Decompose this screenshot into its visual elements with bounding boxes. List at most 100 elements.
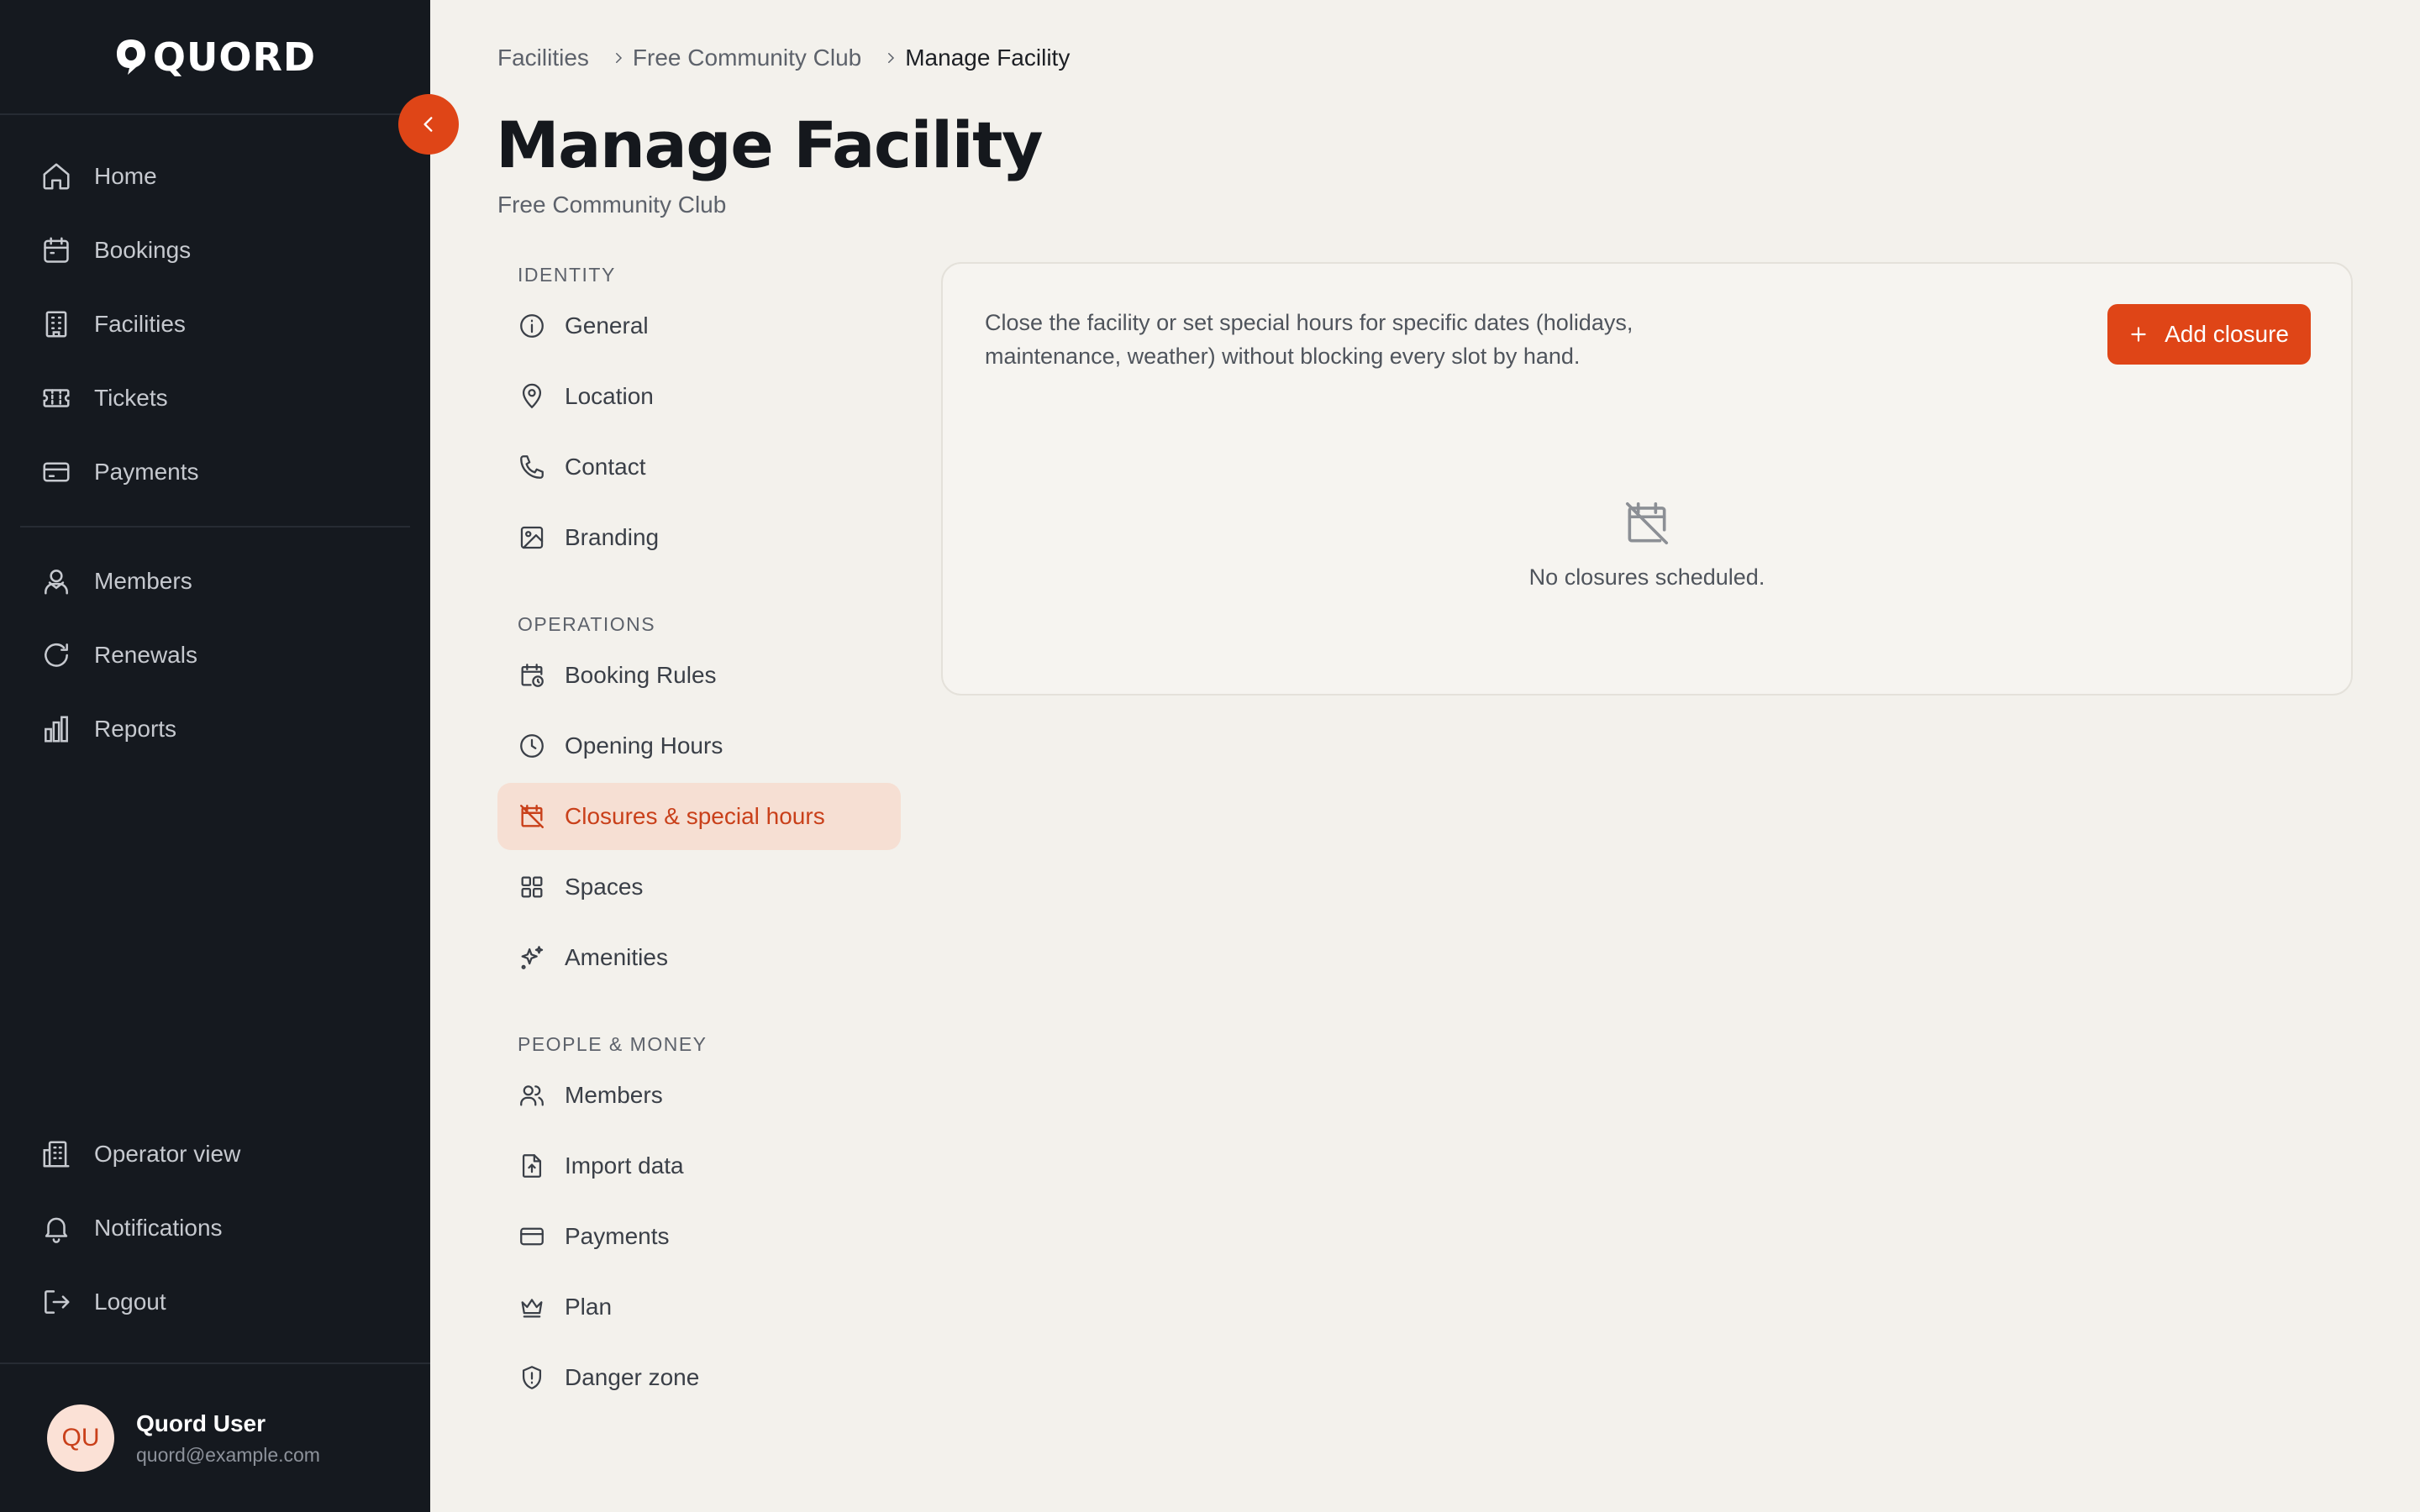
subnav-item-branding[interactable]: Branding	[497, 504, 901, 571]
phone-icon	[520, 455, 544, 479]
breadcrumb-link-club[interactable]: Free Community Club	[633, 45, 861, 71]
subnav-item-import-data[interactable]: Import data	[497, 1132, 901, 1200]
subnav-item-label: Contact	[565, 454, 646, 480]
sidebar-item-reports[interactable]: Reports	[20, 692, 410, 766]
subnav-item-label: Danger zone	[565, 1364, 700, 1390]
refresh-icon	[45, 643, 68, 667]
bar-chart-icon	[45, 716, 68, 743]
quord-logo: QUORD	[114, 34, 316, 80]
sidebar-item-tickets[interactable]: Tickets	[20, 361, 410, 435]
user-profile[interactable]: QU Quord User quord@example.com	[0, 1362, 430, 1512]
sidebar-item-label: Logout	[94, 1289, 166, 1315]
breadcrumb: Facilities Free Community Club Manage Fa…	[497, 42, 1070, 74]
sidebar-item-members[interactable]: Members	[20, 544, 410, 618]
sparkles-icon	[521, 946, 544, 969]
section-label-operations: OPERATIONS	[518, 612, 656, 635]
shield-alert-icon	[522, 1366, 542, 1389]
subnav-item-label: Location	[565, 383, 654, 409]
subnav-item-label: Booking Rules	[565, 662, 717, 688]
subnav-item-general[interactable]: General	[497, 292, 901, 360]
subnav-item-label: Amenities	[565, 944, 668, 970]
sidebar-item-label: Operator view	[94, 1141, 241, 1167]
chevron-left-icon	[424, 117, 433, 132]
office-building-icon	[43, 1141, 70, 1168]
closures-description: Close the facility or set special hours …	[985, 310, 1634, 369]
sidebar-item-home[interactable]: Home	[20, 139, 410, 213]
map-pin-icon	[522, 383, 542, 409]
sidebar-item-payments[interactable]: Payments	[20, 435, 410, 509]
subnav-item-plan[interactable]: Plan	[497, 1273, 901, 1341]
chevron-right-icon	[611, 50, 626, 66]
subnav-item-danger-zone[interactable]: Danger zone	[497, 1344, 901, 1411]
sidebar-item-label: Members	[94, 568, 192, 594]
page-title: Manage Facility	[496, 108, 1044, 182]
subnav-item-label: Payments	[565, 1223, 670, 1249]
sidebar-nav-bottom: Operator view Notifications Logout	[20, 1117, 410, 1339]
subnav-item-members[interactable]: Members	[497, 1062, 901, 1129]
users-icon	[45, 570, 68, 595]
subnav-item-label: Spaces	[565, 874, 644, 900]
crown-icon	[521, 1299, 543, 1318]
empty-state: No closures scheduled.	[943, 497, 2351, 591]
sidebar-item-label: Notifications	[94, 1215, 223, 1241]
chevron-right-icon	[883, 50, 898, 66]
avatar: QU	[47, 1404, 114, 1472]
section-label-identity: IDENTITY	[518, 263, 616, 286]
subnav-item-payments[interactable]: Payments	[497, 1203, 901, 1270]
sidebar-item-facilities[interactable]: Facilities	[20, 287, 410, 361]
calendar-icon	[44, 237, 69, 263]
add-closure-label: Add closure	[2165, 321, 2289, 347]
sidebar-item-label: Payments	[94, 459, 199, 485]
sidebar-item-operator-view[interactable]: Operator view	[20, 1117, 410, 1191]
subnav-item-location[interactable]: Location	[497, 363, 901, 430]
sidebar-item-label: Home	[94, 163, 157, 189]
facility-settings-nav: IDENTITY General Location Contact Brandi…	[497, 257, 901, 1415]
closures-card: Close the facility or set special hours …	[941, 262, 2353, 696]
sidebar-nav-primary: Home Bookings Facilities Tickets Payment…	[20, 139, 410, 509]
calendar-clock-icon	[521, 664, 544, 687]
subnav-item-amenities[interactable]: Amenities	[497, 924, 901, 991]
subnav-item-label: Branding	[565, 524, 660, 550]
subnav-item-label: Plan	[565, 1294, 613, 1320]
sidebar: QUORD Home Bookings Facilities Tickets P…	[0, 0, 430, 1512]
image-icon	[520, 526, 544, 549]
sidebar-item-logout[interactable]: Logout	[20, 1265, 410, 1339]
subnav-item-closures[interactable]: Closures & special hours	[497, 783, 901, 850]
add-closure-button[interactable]: Add closure	[2107, 304, 2311, 365]
sidebar-item-label: Bookings	[94, 237, 192, 263]
subnav-item-spaces[interactable]: Spaces	[497, 853, 901, 921]
info-icon	[520, 314, 544, 338]
plus-icon	[2131, 327, 2146, 342]
subnav-item-label: General	[565, 312, 649, 339]
page-subtitle: Free Community Club	[497, 192, 727, 218]
sidebar-item-label: Tickets	[94, 385, 168, 411]
bell-icon	[45, 1217, 68, 1243]
subnav-item-label: Opening Hours	[565, 732, 723, 759]
logo-text: QUORD	[152, 34, 317, 80]
clock-icon	[520, 734, 544, 758]
calendar-off-icon	[520, 805, 544, 828]
sidebar-item-label: Reports	[94, 716, 177, 742]
home-icon	[43, 163, 70, 190]
sidebar-item-label: Renewals	[94, 642, 197, 668]
credit-card-icon	[520, 1227, 544, 1246]
sidebar-item-bookings[interactable]: Bookings	[20, 213, 410, 287]
logo-icon	[116, 39, 145, 75]
sidebar-item-renewals[interactable]: Renewals	[20, 618, 410, 692]
breadcrumb-link-facilities[interactable]: Facilities	[497, 45, 589, 71]
users-icon	[520, 1085, 544, 1106]
user-info: Quord User quord@example.com	[136, 1410, 320, 1467]
subnav-item-booking-rules[interactable]: Booking Rules	[497, 642, 901, 709]
grid-icon	[521, 876, 543, 898]
collapse-sidebar-button[interactable]	[398, 94, 459, 155]
subnav-item-label: Closures & special hours	[565, 803, 825, 829]
logo[interactable]: QUORD	[0, 0, 430, 115]
subnav-item-contact[interactable]: Contact	[497, 433, 901, 501]
user-name: Quord User	[136, 1410, 266, 1436]
section-label-people-money: PEOPLE & MONEY	[518, 1032, 708, 1055]
subnav-item-label: Members	[565, 1082, 663, 1108]
subnav-item-opening-hours[interactable]: Opening Hours	[497, 712, 901, 780]
logout-icon	[45, 1290, 70, 1314]
sidebar-item-notifications[interactable]: Notifications	[20, 1191, 410, 1265]
building-icon	[45, 311, 67, 338]
